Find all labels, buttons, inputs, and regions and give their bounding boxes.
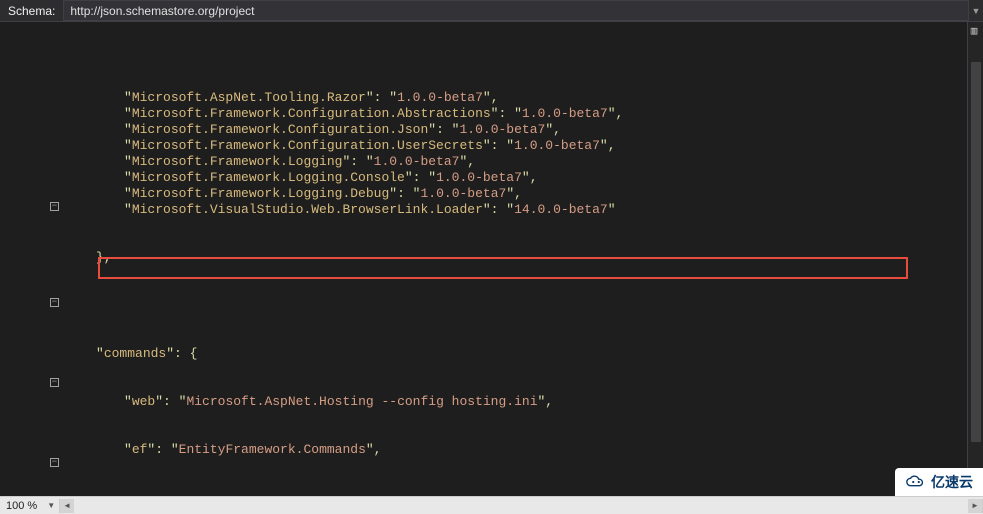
json-value: 1.0.0-beta7 — [436, 170, 522, 185]
json-key: ef — [132, 442, 148, 457]
status-bar: 100 % ▼ ◄ ► — [0, 496, 983, 514]
json-key: Microsoft.Framework.Configuration.Abstra… — [132, 106, 491, 121]
json-value: 1.0.0-beta7 — [514, 138, 600, 153]
split-editor-icon[interactable]: ▥ — [967, 24, 981, 38]
zoom-dropdown-icon[interactable]: ▼ — [43, 501, 59, 510]
json-key: commands — [104, 346, 166, 361]
code-area[interactable]: "Microsoft.AspNet.Tooling.Razor": "1.0.0… — [44, 22, 967, 496]
json-key: Microsoft.Framework.Logging.Debug — [132, 186, 389, 201]
json-key: Microsoft.Framework.Configuration.UserSe… — [132, 138, 483, 153]
json-value: Microsoft.AspNet.Hosting --config hostin… — [186, 394, 537, 409]
vertical-scrollbar-thumb[interactable] — [971, 62, 981, 442]
overview-ruler[interactable]: ▥ — [967, 22, 983, 496]
json-key: web — [132, 394, 155, 409]
editor: − − − − "Microsoft.AspNet.Tooling.Razor"… — [0, 22, 983, 496]
zoom-level[interactable]: 100 % — [0, 500, 43, 512]
schema-url-field[interactable]: http://json.schemastore.org/project — [63, 0, 969, 21]
json-value: EntityFramework.Commands — [179, 442, 366, 457]
json-key: Microsoft.AspNet.Tooling.Razor — [132, 90, 366, 105]
json-value: 1.0.0-beta7 — [397, 90, 483, 105]
scroll-right-icon[interactable]: ► — [968, 499, 982, 513]
watermark: 亿速云 — [895, 468, 983, 496]
json-value: 1.0.0-beta7 — [420, 186, 506, 201]
watermark-text: 亿速云 — [931, 472, 973, 492]
json-value: 1.0.0-beta7 — [522, 106, 608, 121]
json-value: 1.0.0-beta7 — [459, 122, 545, 137]
schema-label: Schema: — [0, 4, 63, 18]
json-key: Microsoft.VisualStudio.Web.BrowserLink.L… — [132, 202, 483, 217]
json-key: Microsoft.Framework.Logging.Console — [132, 170, 405, 185]
json-value: 1.0.0-beta7 — [374, 154, 460, 169]
schema-bar: Schema: http://json.schemastore.org/proj… — [0, 0, 983, 22]
json-key: Microsoft.Framework.Logging — [132, 154, 343, 169]
outline-margin — [0, 22, 44, 496]
horizontal-scrollbar[interactable]: ◄ ► — [59, 499, 983, 513]
schema-dropdown-icon[interactable]: ▼ — [969, 6, 983, 16]
cloud-icon — [905, 474, 927, 490]
json-value: 14.0.0-beta7 — [514, 202, 608, 217]
scroll-left-icon[interactable]: ◄ — [60, 499, 74, 513]
json-key: Microsoft.Framework.Configuration.Json — [132, 122, 428, 137]
